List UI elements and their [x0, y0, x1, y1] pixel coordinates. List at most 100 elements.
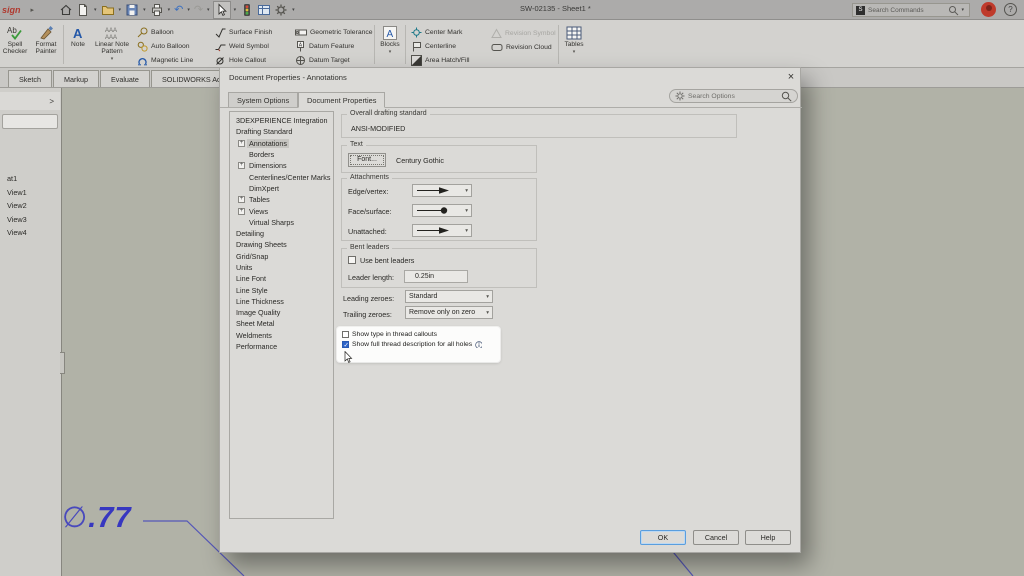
format-painter-button[interactable]: Format Painter: [30, 22, 62, 67]
revision-cloud-button[interactable]: Revision Cloud: [487, 40, 557, 54]
dropdown-caret[interactable]: [143, 7, 146, 13]
user-avatar[interactable]: [981, 2, 996, 17]
dropdown-caret[interactable]: [292, 7, 295, 13]
dialog-tree-item[interactable]: Views: [230, 205, 333, 216]
leader-length-input[interactable]: 0.25in: [404, 270, 468, 283]
print-icon[interactable]: [149, 1, 165, 19]
ribbon-tab[interactable]: Evaluate: [100, 70, 150, 87]
open-icon[interactable]: [100, 1, 116, 19]
dialog-tree-item[interactable]: Drawing Sheets: [230, 239, 333, 250]
expand-icon[interactable]: [238, 140, 245, 147]
dialog-tree-item[interactable]: Sheet Metal: [230, 318, 333, 329]
datum-feature-button[interactable]: A Datum Feature: [291, 40, 373, 54]
command-search-box[interactable]: Search Commands: [852, 3, 970, 17]
note-button[interactable]: A Note: [65, 22, 91, 67]
dialog-tree-item[interactable]: Grid/Snap: [230, 251, 333, 262]
dialog-tree-item[interactable]: Centerlines/Center Marks: [230, 171, 333, 182]
dialog-tree-item[interactable]: Weldments: [230, 330, 333, 341]
dropdown-caret[interactable]: [389, 49, 392, 55]
options-search-box[interactable]: Search Options: [669, 89, 798, 103]
dialog-tree-item[interactable]: Annotations: [230, 138, 333, 149]
area-hatch-button[interactable]: Area Hatch/Fill: [407, 53, 487, 67]
dropdown-caret[interactable]: [573, 49, 576, 55]
feature-tree-item[interactable]: at1: [0, 172, 60, 186]
dialog-tree-item[interactable]: Units: [230, 262, 333, 273]
center-mark-button[interactable]: Center Mark: [407, 26, 487, 40]
panel-expand-icon[interactable]: [49, 97, 54, 106]
diameter-dimension[interactable]: ∅.77: [62, 500, 132, 535]
geometric-tolerance-button[interactable]: Geometric Tolerance: [291, 26, 373, 40]
interference-check-icon[interactable]: [239, 1, 255, 19]
attachment-style-dropdown[interactable]: [412, 184, 472, 197]
close-icon[interactable]: [784, 70, 798, 84]
feature-filter-input[interactable]: [2, 114, 58, 129]
dialog-tree-item[interactable]: Line Font: [230, 273, 333, 284]
ribbon-tab[interactable]: Markup: [53, 70, 99, 87]
expand-icon[interactable]: [238, 196, 245, 203]
ribbon-tab[interactable]: Sketch: [8, 70, 52, 87]
attachment-style-dropdown[interactable]: [412, 224, 472, 237]
dropdown-caret[interactable]: [187, 7, 190, 13]
show-type-thread-callouts-checkbox[interactable]: [342, 331, 349, 338]
home-icon[interactable]: [58, 1, 74, 19]
dialog-tree-item[interactable]: Dimensions: [230, 160, 333, 171]
font-button[interactable]: Font...: [348, 153, 386, 167]
dialog-tree-item[interactable]: 3DEXPERIENCE Integration: [230, 115, 333, 126]
display-pane-icon[interactable]: [256, 1, 272, 19]
dropdown-caret[interactable]: [207, 7, 210, 13]
dropdown-caret[interactable]: [94, 7, 97, 13]
dropdown-caret[interactable]: [168, 7, 171, 13]
expand-icon[interactable]: [238, 208, 245, 215]
tab-document-properties[interactable]: Document Properties: [298, 92, 385, 108]
balloon-button[interactable]: Balloon: [133, 26, 211, 40]
tab-system-options[interactable]: System Options: [228, 92, 298, 108]
use-bent-leaders-checkbox[interactable]: [348, 256, 356, 264]
options-gear-icon[interactable]: [273, 1, 289, 19]
hole-callout-button[interactable]: Hole Callout: [211, 53, 291, 67]
spell-checker-button[interactable]: Ab Spell Checker: [0, 22, 30, 67]
dropdown-caret[interactable]: [119, 7, 122, 13]
undo-icon[interactable]: ↶: [173, 1, 184, 19]
feature-tree-item[interactable]: View2: [0, 199, 60, 213]
brand-expand-icon[interactable]: [31, 6, 35, 14]
cancel-button[interactable]: Cancel: [693, 530, 739, 545]
ok-button[interactable]: OK: [640, 530, 686, 545]
expand-icon[interactable]: [238, 162, 245, 169]
blocks-button[interactable]: A Blocks: [376, 22, 404, 67]
dropdown-caret[interactable]: [961, 7, 964, 13]
trailing-zeroes-dropdown[interactable]: Remove only on zero: [405, 306, 493, 319]
dropdown-caret[interactable]: [234, 7, 237, 13]
linear-note-pattern-button[interactable]: AAAAAA Linear Note Pattern: [91, 22, 133, 67]
help-icon[interactable]: [1004, 3, 1017, 16]
surface-finish-button[interactable]: Surface Finish: [211, 26, 291, 40]
dialog-tree-item[interactable]: Tables: [230, 194, 333, 205]
dialog-tree-item[interactable]: Line Thickness: [230, 296, 333, 307]
magnetic-line-button[interactable]: Magnetic Line: [133, 53, 211, 67]
dialog-tree-item[interactable]: Image Quality: [230, 307, 333, 318]
attachment-style-dropdown[interactable]: [412, 204, 472, 217]
datum-target-button[interactable]: Datum Target: [291, 53, 373, 67]
dialog-tree-item[interactable]: Line Style: [230, 284, 333, 295]
feature-tree-item[interactable]: View4: [0, 226, 60, 240]
magnifier-icon[interactable]: [948, 5, 959, 16]
dialog-tree-item[interactable]: Drafting Standard: [230, 126, 333, 137]
dialog-tree-item[interactable]: Borders: [230, 149, 333, 160]
dialog-tree-item[interactable]: Performance: [230, 341, 333, 352]
centerline-button[interactable]: Centerline: [407, 40, 487, 54]
dropdown-caret[interactable]: [111, 56, 114, 62]
feature-tree-item[interactable]: View3: [0, 213, 60, 227]
new-document-icon[interactable]: [75, 1, 91, 19]
tables-button[interactable]: Tables: [560, 22, 588, 67]
feature-tree-item[interactable]: View1: [0, 186, 60, 200]
auto-balloon-button[interactable]: Auto Balloon: [133, 40, 211, 54]
help-button[interactable]: Help: [745, 530, 791, 545]
leading-zeroes-dropdown[interactable]: Standard: [405, 290, 493, 303]
dialog-tree-item[interactable]: Detailing: [230, 228, 333, 239]
dialog-tree-item[interactable]: DimXpert: [230, 183, 333, 194]
magnifier-icon[interactable]: [781, 91, 792, 102]
panel-splitter-handle[interactable]: [60, 352, 65, 374]
dialog-tree-item[interactable]: Virtual Sharps: [230, 217, 333, 228]
show-full-thread-description-checkbox[interactable]: [342, 341, 349, 348]
select-tool-icon[interactable]: [213, 1, 231, 19]
save-icon[interactable]: [124, 1, 140, 19]
